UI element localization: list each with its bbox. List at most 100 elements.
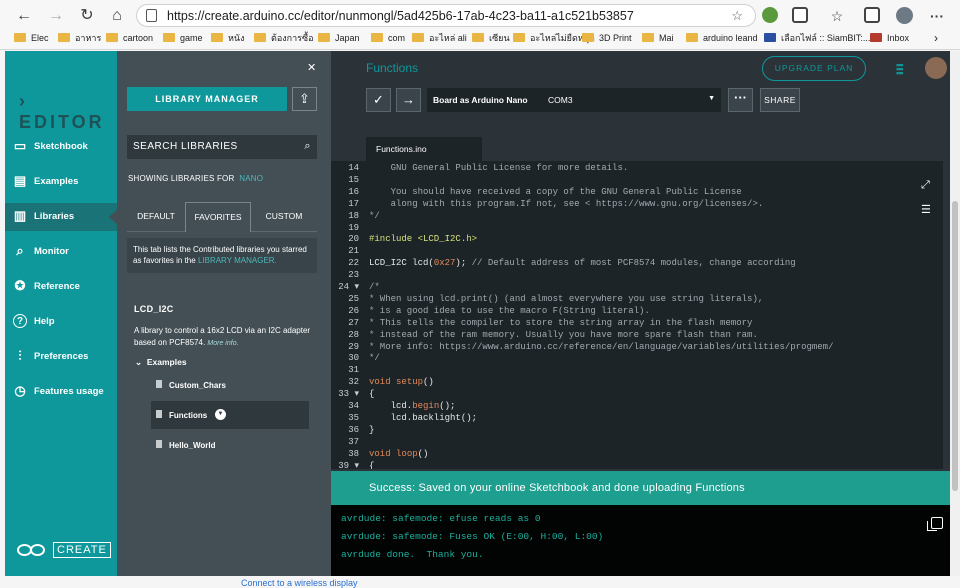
code-line[interactable]: * This tells the compiler to store the s… (369, 318, 752, 328)
bookmark-item[interactable]: com (371, 30, 405, 46)
upgrade-plan-button[interactable]: UPGRADE PLAN (762, 56, 866, 81)
more-options-button[interactable]: ··· (728, 88, 753, 112)
home-icon[interactable]: ⌂ (106, 5, 128, 27)
bookmark-item[interactable]: arduino leand (686, 30, 758, 46)
sidebar-item-monitor[interactable]: ⌕ Monitor (5, 238, 117, 266)
bookmarks-more-icon[interactable]: › (934, 30, 938, 46)
close-icon[interactable]: ✕ (307, 61, 316, 74)
copy-icon[interactable] (927, 517, 943, 531)
bookmark-item[interactable]: อะไหล่ ali (412, 30, 467, 46)
line-number: 20 (348, 234, 359, 245)
code-line[interactable]: lcd.backlight(); (369, 413, 477, 423)
dropdown-icon[interactable]: ▼ (215, 409, 226, 420)
board-selector[interactable]: Board as Arduino Nano COM3 ▼ (427, 88, 721, 112)
code-line[interactable]: { (369, 461, 374, 470)
search-libraries-input[interactable]: SEARCH LIBRARIES ⌕ (127, 135, 317, 159)
code-line[interactable]: void loop() (369, 449, 428, 459)
console-output: avrdude: safemode: efuse reads as 0 avrdu… (331, 505, 957, 576)
library-name[interactable]: LCD_I2C (134, 304, 174, 314)
sidebar-item-features-usage[interactable]: ◷ Features usage (5, 378, 117, 406)
file-icon (156, 410, 162, 418)
code-line[interactable]: You should have received a copy of the G… (369, 187, 742, 197)
bookmark-item[interactable]: game (163, 30, 203, 46)
code-line[interactable]: GNU General Public License for more deta… (369, 163, 629, 173)
profile-avatar[interactable] (896, 7, 913, 24)
bookmark-item[interactable]: Inbox (870, 30, 909, 46)
library-panel: ✕ LIBRARY MANAGER ⇪ SEARCH LIBRARIES ⌕ S… (117, 51, 331, 576)
forward-icon[interactable]: → (45, 5, 67, 27)
bookmark-item[interactable]: ต้องการซื้อ (254, 30, 314, 46)
fullscreen-icon[interactable]: ⤢ (921, 179, 930, 192)
bookmark-item[interactable]: cartoon (106, 30, 153, 46)
more-info-link[interactable]: More info. (207, 340, 238, 347)
upload-library-button[interactable]: ⇪ (292, 87, 317, 111)
example-item[interactable]: Functions ▼ (151, 401, 309, 429)
code-editor[interactable]: 14 GNU General Public License for more d… (331, 161, 943, 469)
code-line[interactable]: * is a good idea to use the macro F(Stri… (369, 306, 650, 316)
tab-favorites[interactable]: FAVORITES (185, 202, 251, 232)
favorite-star-icon[interactable]: ☆ (731, 8, 743, 24)
back-icon[interactable]: ← (13, 5, 35, 27)
verify-button[interactable]: ✓ (366, 88, 391, 112)
code-line[interactable]: * More info: https://www.arduino.cc/refe… (369, 342, 833, 352)
library-manager-button[interactable]: LIBRARY MANAGER (127, 87, 287, 111)
examples-toggle[interactable]: ⌄ Examples (135, 357, 187, 368)
code-line[interactable]: } (369, 425, 374, 435)
code-line[interactable]: * When using lcd.print() (and almost eve… (369, 294, 763, 304)
sketch-title[interactable]: Functions (366, 61, 418, 75)
collections-icon[interactable] (864, 7, 880, 23)
avatar[interactable] (925, 57, 947, 79)
code-line[interactable]: /* (369, 282, 380, 292)
library-manager-link[interactable]: LIBRARY MANAGER. (198, 256, 277, 265)
folder-icon (371, 33, 383, 42)
below-page-text[interactable]: Connect to a wireless display (241, 578, 358, 588)
bookmark-item[interactable]: Mai (642, 30, 674, 46)
window-scrollbar[interactable] (950, 51, 960, 576)
code-line[interactable]: { (369, 389, 374, 399)
bookmark-item[interactable]: Elec (14, 30, 49, 46)
address-bar[interactable]: https://create.arduino.cc/editor/nunmong… (136, 4, 756, 27)
sidebar-item-reference[interactable]: ✪ Reference (5, 273, 117, 301)
tab-custom[interactable]: CUSTOM (251, 202, 317, 232)
code-line[interactable]: #include <LCD_I2C.h> (369, 234, 477, 244)
bookmark-label: เซียน (489, 33, 510, 43)
code-line[interactable]: */ (369, 211, 380, 221)
sidebar-item-examples[interactable]: ▤ Examples (5, 168, 117, 196)
tab-default[interactable]: DEFAULT (127, 202, 185, 232)
sidebar-item-help[interactable]: ? Help (5, 308, 117, 336)
caret-down-icon: ▼ (708, 95, 715, 102)
sidebar-item-sketchbook[interactable]: ▭ Sketchbook (5, 133, 117, 161)
board-name-link[interactable]: NANO (239, 174, 263, 183)
extension-icon[interactable] (762, 7, 778, 23)
preferences-icon: ⫶ (18, 348, 22, 363)
sidebar-item-libraries[interactable]: ▥ Libraries (5, 203, 117, 231)
status-message: Success: Saved on your online Sketchbook… (331, 471, 957, 505)
sidebar-item-preferences[interactable]: ⫶ Preferences (5, 343, 117, 371)
bookmark-item[interactable]: หนัง (211, 30, 244, 46)
code-line[interactable]: lcd.begin(); (369, 401, 456, 411)
example-item[interactable]: Custom_Chars (151, 371, 309, 399)
indent-icon[interactable]: ☰ (921, 203, 931, 216)
code-line[interactable]: * instead of the ram memory. Usually you… (369, 330, 758, 340)
menu-icon[interactable]: ··· (926, 5, 948, 27)
example-item[interactable]: Hello_World (151, 431, 309, 459)
code-line[interactable]: */ (369, 353, 380, 363)
bookmark-item[interactable]: 3D Print (582, 30, 632, 46)
create-logo[interactable]: CREATE (17, 542, 111, 558)
bookmark-item[interactable]: Japan (318, 30, 360, 46)
favorites-icon[interactable]: ☆ (826, 5, 848, 27)
code-line[interactable]: along with this program.If not, see < ht… (369, 199, 764, 209)
editor-logo: › EDITOR (19, 91, 117, 133)
tab-icon[interactable] (792, 7, 808, 23)
reload-icon[interactable]: ↻ (76, 5, 98, 27)
bookmark-item[interactable]: อาหาร (58, 30, 101, 46)
bookmark-item[interactable]: เลือกไฟล์ :: SiamBIT:... (764, 30, 870, 46)
file-tab[interactable]: Functions.ino (366, 137, 482, 161)
code-line[interactable]: void setup() (369, 377, 434, 387)
chevron-down-icon: ⌄ (135, 357, 143, 367)
share-button[interactable]: SHARE (760, 88, 800, 112)
code-line[interactable]: LCD_I2C lcd(0x27); // Default address of… (369, 258, 796, 268)
apps-grid-icon[interactable]: ▪▪▪ ▪▪▪ ▪▪▪ (896, 61, 908, 78)
bookmark-item[interactable]: เซียน (472, 30, 510, 46)
upload-button[interactable]: → (396, 88, 421, 112)
